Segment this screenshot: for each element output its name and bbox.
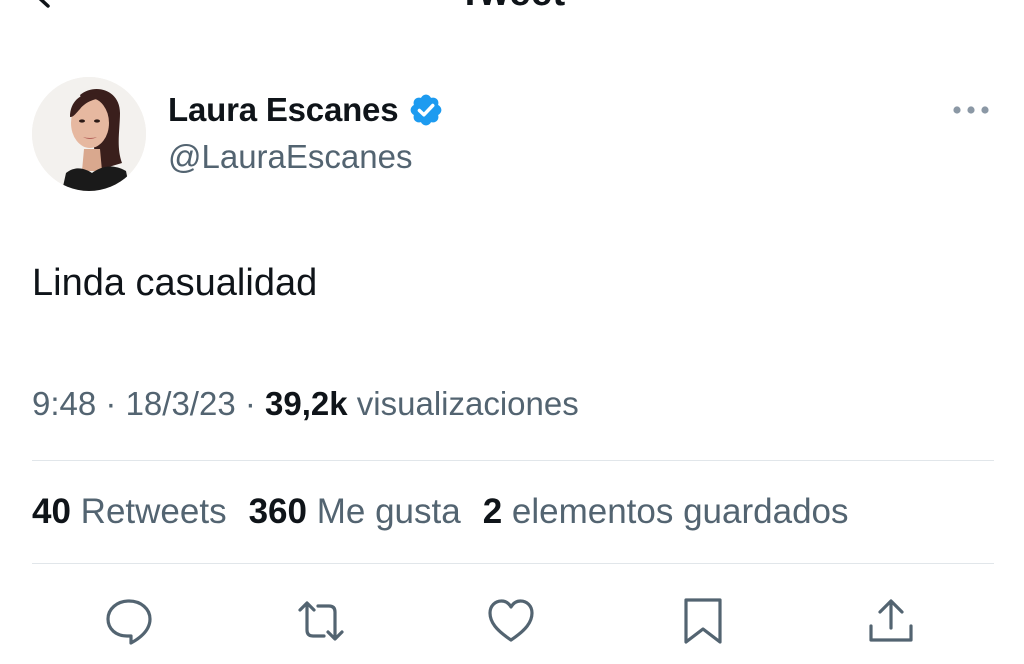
tweet-time[interactable]: 9:48 [32, 385, 96, 422]
avatar[interactable] [32, 77, 146, 191]
bookmarks-stat[interactable]: 2 elementos guardados [483, 492, 849, 531]
views-label: visualizaciones [356, 385, 579, 422]
divider [32, 563, 994, 564]
verified-badge-icon [411, 94, 442, 126]
more-horizontal-icon[interactable] [948, 96, 994, 124]
tweet-text: Linda casualidad [32, 262, 318, 304]
retweet-icon[interactable] [296, 596, 346, 646]
meta-separator: · [244, 385, 266, 422]
bookmarks-count: 2 [482, 492, 503, 531]
top-bar: Tweet [0, 0, 1024, 30]
bookmarks-label: elementos guardados [511, 492, 849, 531]
display-name[interactable]: Laura Escanes [168, 91, 399, 129]
user-handle[interactable]: @LauraEscanes [168, 138, 412, 176]
tweet-stats: 40 Retweets 360 Me gusta 2 elementos guard… [32, 492, 849, 532]
bookmark-icon[interactable] [678, 596, 728, 646]
likes-stat[interactable]: 360 Me gusta [249, 492, 461, 531]
meta-separator: · [105, 385, 126, 422]
likes-label: Me gusta [316, 492, 461, 531]
tweet-meta: 9:48 · 18/3/23 · 39,2k visualizaciones [32, 385, 579, 423]
likes-count: 360 [248, 492, 307, 531]
retweets-stat[interactable]: 40 Retweets [32, 492, 227, 531]
page-title: Tweet [0, 0, 1024, 12]
reply-icon[interactable] [104, 596, 154, 646]
tweet-date[interactable]: 18/3/23 [126, 385, 236, 422]
avatar-photo [32, 77, 146, 191]
retweets-label: Retweets [80, 492, 227, 531]
user-name-row[interactable]: Laura Escanes [168, 90, 444, 130]
views-count: 39,2k [265, 385, 348, 422]
share-icon[interactable] [866, 596, 916, 646]
divider [32, 460, 994, 461]
retweets-count: 40 [32, 492, 71, 531]
heart-icon[interactable] [486, 596, 536, 646]
